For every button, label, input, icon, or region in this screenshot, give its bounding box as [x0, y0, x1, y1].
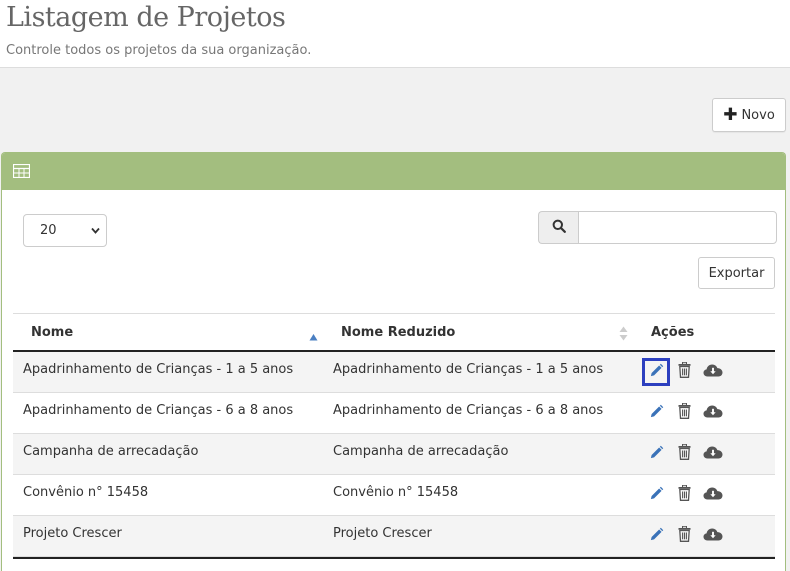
cell-nome-reduzido: Convênio n° 15458: [333, 485, 459, 500]
cloud-download-icon: [703, 445, 723, 464]
delete-button[interactable]: [675, 361, 693, 382]
delete-button[interactable]: [675, 484, 693, 505]
edit-button[interactable]: [647, 445, 665, 463]
cell-nome: Projeto Crescer: [23, 526, 122, 541]
pencil-icon: [649, 527, 664, 546]
pencil-icon: [649, 445, 664, 464]
download-button[interactable]: [702, 527, 724, 545]
search-input[interactable]: [578, 211, 777, 244]
cloud-download-icon: [703, 486, 723, 505]
cell-nome-reduzido: Apadrinhamento de Crianças - 6 a 8 anos: [333, 403, 604, 418]
table-row: Convênio n° 15458 Convênio n° 15458: [13, 475, 775, 516]
pencil-icon: [649, 486, 664, 505]
edit-button[interactable]: [647, 527, 665, 545]
pencil-icon: [649, 363, 664, 382]
page-title: Listagem de Projetos: [6, 2, 286, 33]
download-button[interactable]: [702, 486, 724, 504]
delete-button[interactable]: [675, 402, 693, 423]
cloud-download-icon: [703, 527, 723, 546]
delete-button[interactable]: [675, 443, 693, 464]
cell-nome-reduzido: Projeto Crescer: [333, 526, 432, 541]
trash-icon: [678, 402, 691, 423]
page-size-select[interactable]: 20: [23, 214, 107, 247]
pencil-icon: [649, 404, 664, 423]
page-header: Listagem de Projetos Controle todos os p…: [0, 0, 790, 68]
panel-heading: [2, 153, 785, 190]
search-icon: [552, 218, 566, 237]
table-body: Apadrinhamento de Crianças - 1 a 5 anos A…: [13, 352, 775, 557]
edit-button[interactable]: [647, 486, 665, 504]
table-bottom-border: [13, 557, 775, 559]
cell-nome: Apadrinhamento de Crianças - 6 a 8 anos: [23, 403, 294, 418]
page-subtitle: Controle todos os projetos da sua organi…: [6, 43, 312, 58]
cell-nome-reduzido: Apadrinhamento de Crianças - 1 a 5 anos: [333, 362, 604, 377]
new-project-label: Novo: [741, 107, 775, 123]
plus-icon: ✚: [723, 104, 738, 125]
sort-both-icon[interactable]: [619, 326, 628, 345]
sort-asc-icon[interactable]: [309, 326, 318, 345]
column-header-nome-reduzido[interactable]: Nome Reduzido: [341, 325, 455, 340]
export-button[interactable]: Exportar: [698, 257, 775, 289]
table-row: Projeto Crescer Projeto Crescer: [13, 516, 775, 557]
trash-icon: [678, 484, 691, 505]
column-header-nome[interactable]: Nome: [31, 325, 73, 340]
cloud-download-icon: [703, 404, 723, 423]
table-row: Campanha de arrecadação Campanha de arrec…: [13, 434, 775, 475]
cell-nome: Convênio n° 15458: [23, 485, 149, 500]
chevron-down-icon: [90, 225, 101, 240]
trash-icon: [678, 525, 691, 546]
column-header-acoes: Ações: [651, 325, 695, 340]
edit-button[interactable]: [647, 404, 665, 422]
table-icon: [12, 163, 31, 182]
cloud-download-icon: [703, 363, 723, 382]
trash-icon: [678, 443, 691, 464]
projects-panel: 20 Exportar Nome Nome Reduzido Ações Apa…: [1, 152, 786, 571]
table-header: Nome Nome Reduzido Ações: [13, 313, 775, 352]
table-row: Apadrinhamento de Crianças - 6 a 8 anos A…: [13, 393, 775, 434]
table-row: Apadrinhamento de Crianças - 1 a 5 anos A…: [13, 352, 775, 393]
download-button[interactable]: [702, 363, 724, 381]
search-button[interactable]: [538, 211, 578, 244]
projects-table: Nome Nome Reduzido Ações Apadrinhamento …: [13, 313, 775, 559]
delete-button[interactable]: [675, 525, 693, 546]
new-project-button[interactable]: ✚ Novo: [712, 98, 786, 132]
trash-icon: [678, 361, 691, 382]
download-button[interactable]: [702, 445, 724, 463]
cell-nome: Campanha de arrecadação: [23, 444, 199, 459]
download-button[interactable]: [702, 404, 724, 422]
cell-nome-reduzido: Campanha de arrecadação: [333, 444, 509, 459]
cell-nome: Apadrinhamento de Crianças - 1 a 5 anos: [23, 362, 294, 377]
edit-button[interactable]: [642, 358, 670, 386]
page-size-value: 20: [40, 223, 57, 238]
